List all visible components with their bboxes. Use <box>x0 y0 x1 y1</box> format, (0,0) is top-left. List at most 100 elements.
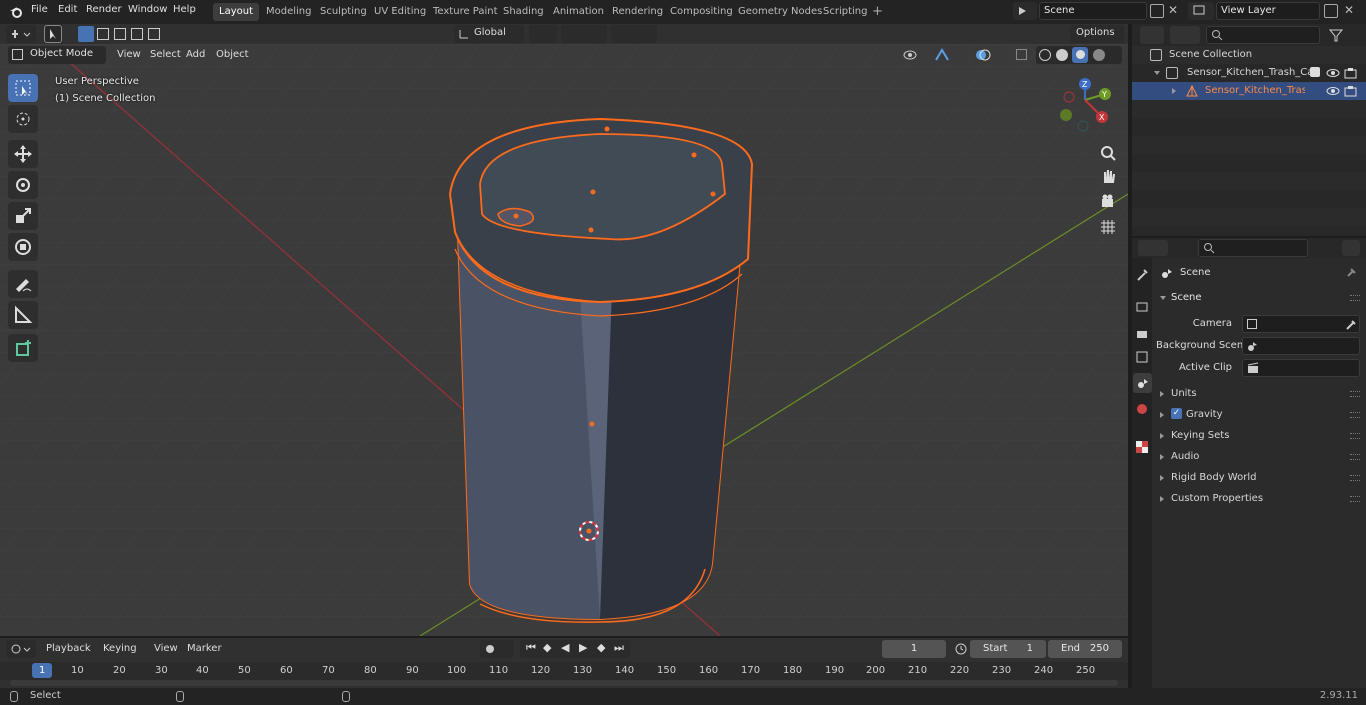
tab-shading[interactable]: Shading <box>502 3 545 21</box>
measure-tool[interactable] <box>8 301 38 329</box>
tab-animation[interactable]: Animation <box>552 3 605 21</box>
annotate-tool[interactable] <box>8 270 38 298</box>
end-frame-field[interactable]: End 250 <box>1048 640 1122 658</box>
texture-properties-icon[interactable] <box>1135 440 1149 454</box>
tab-geometry-nodes[interactable]: Geometry Nodes <box>737 3 823 21</box>
output-properties-icon[interactable] <box>1135 326 1149 340</box>
scene-properties-tab[interactable] <box>1133 373 1152 393</box>
scene-panel-header[interactable]: Scene <box>1154 288 1366 308</box>
menu-timeline-view[interactable]: View <box>154 640 178 658</box>
prev-keyframe-icon[interactable]: ◆ <box>543 641 551 654</box>
xray-toggle-icon[interactable] <box>1014 46 1030 64</box>
transform-tool[interactable] <box>8 233 38 261</box>
outliner-search-input[interactable] <box>1206 26 1320 44</box>
scene-name-field[interactable]: Scene <box>1039 2 1147 20</box>
menu-select[interactable]: Select <box>150 46 181 64</box>
view-layer-field[interactable]: View Layer <box>1216 2 1320 20</box>
render-camera-icon[interactable] <box>1344 67 1358 79</box>
select-mode-arrow-icon[interactable] <box>44 25 62 43</box>
exclude-checkbox[interactable] <box>1310 67 1320 77</box>
3d-viewport[interactable]: Z Y X User Perspective (1) Scene Collect… <box>0 44 1128 636</box>
add-workspace-icon[interactable]: + <box>871 3 884 21</box>
orthographic-grid-icon[interactable] <box>1096 216 1120 238</box>
keying-sets-panel-header[interactable]: Keying Sets <box>1154 426 1366 446</box>
pivot-point-icon[interactable] <box>529 25 557 43</box>
outliner-row-object[interactable]: Sensor_Kitchen_Trash_Ca <box>1132 82 1366 100</box>
world-properties-icon[interactable] <box>1135 402 1149 416</box>
jump-start-icon[interactable]: ⏮ <box>526 641 536 655</box>
camera-field[interactable] <box>1242 315 1360 333</box>
menu-edit[interactable]: Edit <box>58 4 77 15</box>
menu-window[interactable]: Window <box>128 4 167 15</box>
overlays-toggle-icon[interactable] <box>972 46 1006 64</box>
properties-editor-type-icon[interactable] <box>1138 240 1168 256</box>
outliner-row-scene-collection[interactable]: Scene Collection <box>1132 46 1366 64</box>
units-panel-header[interactable]: Units <box>1154 384 1366 404</box>
tab-uv-editing[interactable]: UV Editing <box>373 3 427 21</box>
tab-scripting[interactable]: Scripting <box>822 3 868 21</box>
play-icon[interactable]: ▶ <box>579 641 587 654</box>
gravity-panel-header[interactable]: ✓ Gravity <box>1154 405 1366 425</box>
tab-rendering[interactable]: Rendering <box>611 3 664 21</box>
outliner-editor-type-icon[interactable] <box>1140 26 1164 44</box>
tool-properties-icon[interactable] <box>1135 268 1149 282</box>
shading-mode-icons[interactable] <box>1036 46 1122 64</box>
start-frame-field[interactable]: Start 1 <box>970 640 1046 658</box>
jump-end-icon[interactable]: ⏭ <box>614 641 624 655</box>
eye-icon[interactable] <box>1326 85 1340 97</box>
menu-marker[interactable]: Marker <box>187 640 222 658</box>
delete-scene-icon[interactable]: ✕ <box>1168 3 1178 17</box>
camera-view-icon[interactable] <box>1096 191 1120 213</box>
gravity-checkbox[interactable]: ✓ <box>1171 408 1182 419</box>
timeline-scrollbar[interactable] <box>10 680 1118 686</box>
rotate-tool[interactable] <box>8 171 38 199</box>
render-camera-icon[interactable] <box>1344 85 1358 97</box>
snap-icon[interactable] <box>561 25 607 43</box>
menu-file[interactable]: File <box>31 4 48 15</box>
scene-selector-icon[interactable] <box>1013 2 1037 20</box>
cursor-tool[interactable] <box>8 105 38 133</box>
menu-playback[interactable]: Playback <box>46 640 91 658</box>
new-scene-icon[interactable] <box>1150 4 1164 18</box>
menu-object[interactable]: Object <box>216 46 249 64</box>
current-frame-field[interactable]: 1 <box>882 640 946 658</box>
eye-icon[interactable] <box>1326 67 1340 79</box>
transform-orientation-dropdown[interactable]: Global <box>454 25 524 43</box>
gizmo-toggle-icon[interactable] <box>932 46 966 64</box>
delete-view-layer-icon[interactable]: ✕ <box>1344 3 1354 17</box>
tab-modeling[interactable]: Modeling <box>265 3 313 21</box>
view-layer-properties-icon[interactable] <box>1135 350 1149 364</box>
tab-texture-paint[interactable]: Texture Paint <box>432 3 499 21</box>
properties-options-icon[interactable] <box>1342 240 1360 256</box>
scale-tool[interactable] <box>8 202 38 230</box>
background-scene-field[interactable] <box>1242 337 1360 355</box>
properties-search-input[interactable] <box>1198 239 1308 257</box>
render-properties-icon[interactable] <box>1135 300 1149 314</box>
blender-logo-icon[interactable] <box>9 5 23 19</box>
zoom-icon[interactable] <box>1096 142 1120 164</box>
outliner-row-collection[interactable]: Sensor_Kitchen_Trash_Can_0( <box>1132 64 1366 82</box>
timeline-editor-type-icon[interactable] <box>6 640 36 658</box>
tab-sculpting[interactable]: Sculpting <box>319 3 368 21</box>
auto-keying-toggle[interactable] <box>480 640 514 658</box>
view-layer-icon[interactable] <box>1188 2 1214 20</box>
select-box-tool[interactable] <box>8 74 38 102</box>
visibility-selectability-icon[interactable] <box>900 46 928 64</box>
menu-view[interactable]: View <box>117 46 141 64</box>
options-dropdown[interactable]: Options <box>1070 25 1124 43</box>
menu-add[interactable]: Add <box>186 46 205 64</box>
selection-mode-icons[interactable] <box>76 26 162 42</box>
add-cube-tool[interactable] <box>8 334 38 362</box>
pin-icon[interactable] <box>1344 266 1358 280</box>
editor-type-icon[interactable] <box>6 25 36 43</box>
menu-help[interactable]: Help <box>173 4 196 15</box>
menu-render[interactable]: Render <box>86 4 122 15</box>
move-tool[interactable] <box>8 140 38 168</box>
rigid-body-world-panel-header[interactable]: Rigid Body World <box>1154 468 1366 488</box>
menu-keying[interactable]: Keying <box>103 640 137 658</box>
proportional-editing-icon[interactable] <box>611 25 657 43</box>
display-mode-icon[interactable] <box>1170 26 1200 44</box>
next-keyframe-icon[interactable]: ◆ <box>597 641 605 654</box>
audio-panel-header[interactable]: Audio <box>1154 447 1366 467</box>
new-view-layer-icon[interactable] <box>1324 4 1338 18</box>
